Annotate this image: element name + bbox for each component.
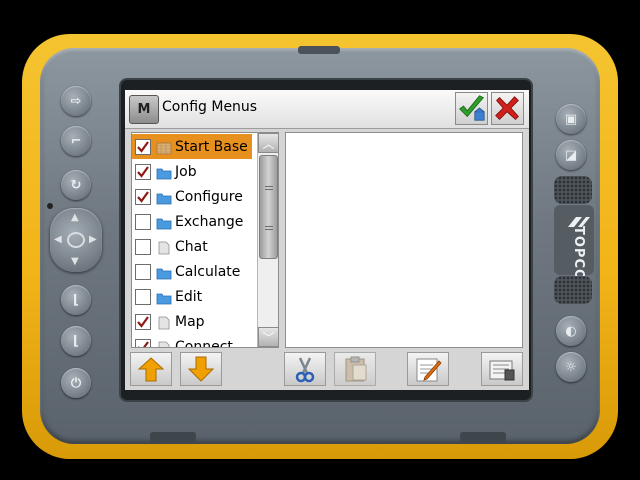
menu-list-item[interactable]: Start Base [132, 134, 252, 159]
grip-icon [265, 226, 273, 230]
document-icon [156, 240, 172, 254]
ok-button[interactable] [455, 92, 488, 125]
power-icon: ⏻ [70, 375, 82, 391]
menu-list-item[interactable]: Map [132, 309, 252, 334]
function1-hardware-button[interactable]: ⌐ [61, 126, 91, 156]
power-hardware-button[interactable]: ⏻ [61, 368, 91, 398]
menu-item-label: Configure [175, 188, 243, 205]
menu-list-item[interactable]: Job [132, 159, 252, 184]
menu-item-label: Job [175, 163, 197, 180]
menu-item-label: Edit [175, 288, 203, 305]
submenu-pane[interactable] [285, 132, 523, 348]
main-menu-button[interactable]: M [129, 95, 159, 124]
contrast-icon: ◐ [565, 323, 577, 339]
cut-button[interactable] [284, 352, 326, 386]
dpad-down-icon: ▼ [71, 256, 79, 267]
checkmark-icon [459, 95, 485, 121]
menu-item-checkbox[interactable] [135, 263, 151, 280]
dpad-center-icon [67, 232, 85, 248]
menu-item-label: Start Base [175, 138, 248, 155]
menu-item-checkbox[interactable] [135, 138, 151, 155]
device-bottom-notch-left [150, 432, 196, 442]
status-led [47, 203, 53, 209]
clipboard-icon [345, 356, 367, 382]
rotate-icon: ↻ [70, 177, 82, 193]
list-scrollbar[interactable]: ︿ ﹀ [257, 133, 278, 347]
arrow-down-icon [187, 356, 215, 382]
menu-list-item[interactable]: Edit [132, 284, 252, 309]
window-title: Config Menus [162, 99, 258, 115]
enter-hardware-button[interactable]: ⇨ [61, 86, 91, 116]
function1-icon: ⌐ [70, 133, 82, 149]
properties-icon [489, 360, 515, 381]
menu-list-item[interactable]: Calculate [132, 259, 252, 284]
window-icon: ◪ [564, 147, 578, 163]
windows-hardware-button[interactable]: ◪ [556, 140, 586, 170]
device-bottom-notch-right [460, 432, 506, 442]
chevron-up-icon: ︿ [262, 136, 275, 151]
scroll-down-button[interactable]: ﹀ [258, 327, 278, 347]
scroll-up-button[interactable]: ︿ [258, 133, 278, 153]
menu-item-label: Connect [175, 338, 233, 348]
chevron-down-icon: ﹀ [262, 330, 275, 345]
menu-list-item[interactable]: Connect [132, 334, 252, 348]
rotate-hardware-button[interactable]: ↻ [61, 170, 91, 200]
arrow-up-icon [137, 357, 165, 382]
menu-item-checkbox[interactable] [135, 163, 151, 180]
menu-item-checkbox[interactable] [135, 288, 151, 305]
function2-icon: ⌊ [73, 292, 79, 308]
main-menu-button-label: M [137, 102, 151, 117]
folder-icon [156, 265, 172, 279]
app-screen: M Config Menus Start Base Job Configure Exc… [125, 90, 529, 390]
paste-button[interactable] [334, 352, 376, 386]
cancel-button[interactable] [491, 92, 524, 125]
menu-list-item[interactable]: Exchange [132, 209, 252, 234]
menu-item-checkbox[interactable] [135, 238, 151, 255]
menu-item-checkbox[interactable] [135, 188, 151, 205]
function2-hardware-button[interactable]: ⌊ [61, 285, 91, 315]
device-top-notch [298, 46, 340, 54]
folder-icon [156, 215, 172, 229]
camera-hardware-button[interactable]: ▣ [556, 104, 586, 134]
edit-button[interactable] [407, 352, 449, 386]
dpad-left-icon: ◀ [54, 234, 62, 245]
title-bar: M Config Menus [125, 90, 529, 129]
move-down-button[interactable] [180, 352, 222, 386]
properties-button[interactable] [481, 352, 523, 386]
scroll-thumb[interactable] [259, 155, 278, 259]
move-up-button[interactable] [130, 352, 172, 386]
scissors-icon [295, 357, 315, 383]
menu-item-checkbox[interactable] [135, 338, 151, 347]
menu-item-label: Map [175, 313, 205, 330]
brightness-icon: ☼ [565, 359, 577, 375]
grip-icon [265, 186, 273, 190]
texture-folder-icon [156, 140, 172, 154]
brightness-hardware-button[interactable]: ☼ [556, 352, 586, 382]
menu-item-checkbox[interactable] [135, 213, 151, 230]
function3-icon: ⌊ [73, 333, 79, 349]
menu-item-label: Exchange [175, 213, 244, 230]
directional-pad[interactable]: ▲ ▼ ◀ ▶ [50, 208, 102, 272]
document-icon [156, 340, 172, 347]
menu-item-label: Chat [175, 238, 208, 255]
speaker-grille-top [554, 176, 592, 204]
dpad-right-icon: ▶ [89, 234, 97, 245]
speaker-grille-bottom [554, 276, 592, 304]
document-icon [156, 315, 172, 329]
camera-icon: ▣ [564, 111, 578, 127]
contrast-hardware-button[interactable]: ◐ [556, 316, 586, 346]
function3-hardware-button[interactable]: ⌊ [61, 326, 91, 356]
close-icon [495, 96, 519, 120]
edit-pencil-icon [416, 358, 442, 382]
enter-arrow-icon: ⇨ [70, 93, 82, 109]
folder-icon [156, 290, 172, 304]
folder-icon [156, 165, 172, 179]
menu-item-checkbox[interactable] [135, 313, 151, 330]
menu-item-label: Calculate [175, 263, 241, 280]
menu-list-item[interactable]: Chat [132, 234, 252, 259]
menu-list[interactable]: Start Base Job Configure Exchange Chat Calcul… [131, 132, 279, 348]
folder-icon [156, 190, 172, 204]
menu-list-item[interactable]: Configure [132, 184, 252, 209]
dpad-up-icon: ▲ [71, 212, 79, 223]
